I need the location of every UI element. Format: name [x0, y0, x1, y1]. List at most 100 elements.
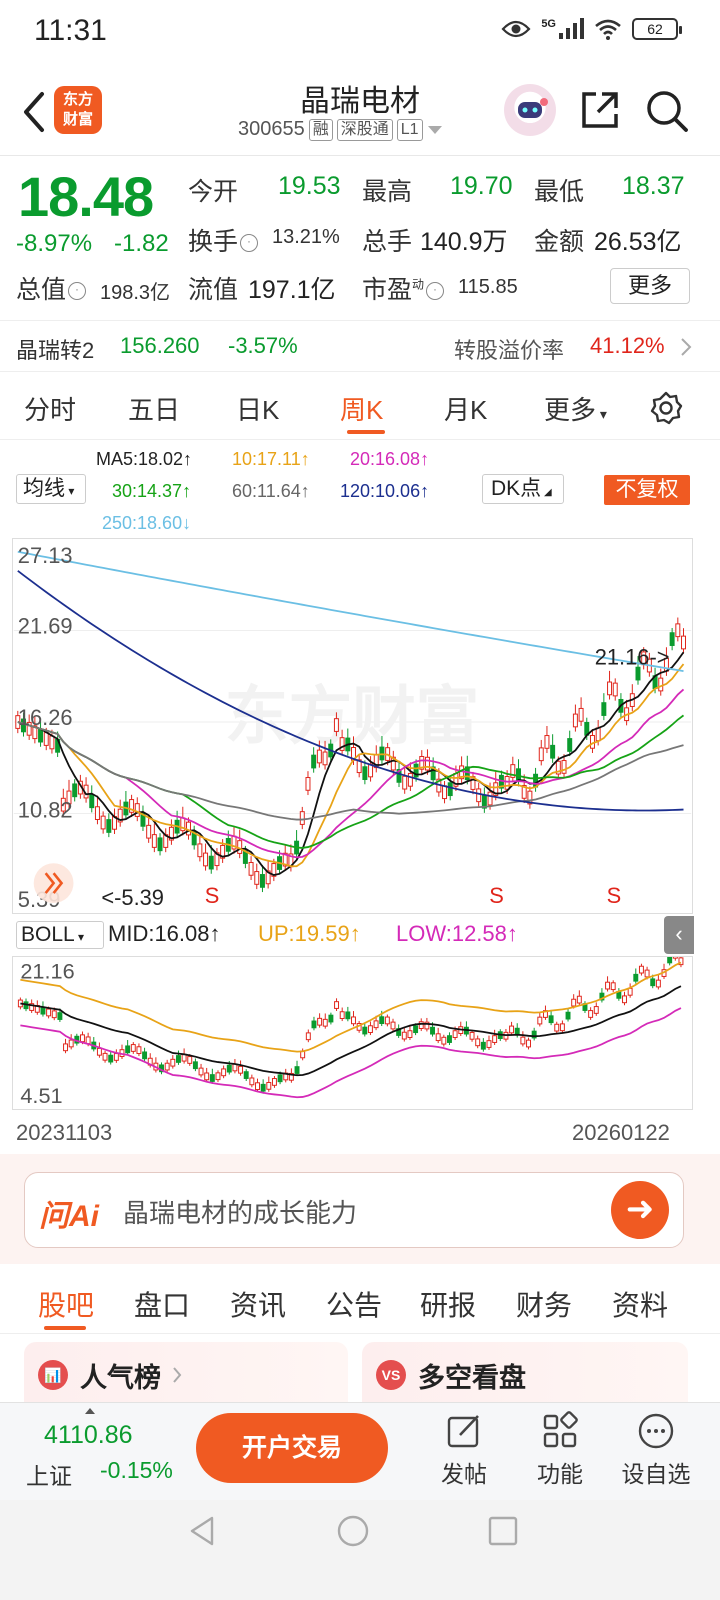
nav-home-icon[interactable] [336, 1514, 370, 1548]
boll-candle-body [441, 1036, 447, 1045]
ma60-value: 60:11.64↑ [232, 481, 310, 501]
open-label: 今开 [188, 178, 239, 206]
float-value: 197.1亿 [248, 276, 336, 304]
tab-news[interactable]: 资讯 [230, 1284, 286, 1324]
info-icon[interactable]: · [68, 282, 87, 301]
tab-intraday[interactable]: 分时 [24, 390, 76, 427]
boll-candle-body [633, 973, 639, 982]
candle-body [94, 806, 100, 820]
boll-candle-body [85, 1036, 91, 1045]
search-icon[interactable] [644, 88, 690, 134]
max-price-marker: 21.16-> [595, 644, 670, 669]
candle-body [407, 772, 413, 787]
tab-weekly-k[interactable]: 周K [340, 390, 383, 427]
info-icon[interactable]: · [240, 234, 259, 253]
bond-price: 156.260 [120, 333, 200, 358]
tab-announcements[interactable]: 公告 [326, 1284, 382, 1324]
tab-research[interactable]: 研报 [420, 1284, 476, 1324]
convertible-bond-row[interactable]: 晶瑞转2 156.260 -3.57% 转股溢价率 41.12% [0, 320, 720, 372]
mktcap-label[interactable]: 总值 · [16, 270, 88, 306]
boll-candle-body [650, 978, 656, 987]
boll-candle-body [238, 1065, 244, 1074]
adjust-mode-button[interactable]: 不复权 [604, 475, 690, 505]
open-account-trade-button[interactable]: 开户交易 [196, 1413, 388, 1483]
index-name[interactable]: 上证 [26, 1457, 72, 1491]
boll-candle-body [136, 1046, 142, 1055]
ai-submit-arrow-icon[interactable]: ➜ [611, 1181, 669, 1239]
add-watchlist-button[interactable]: 设自选 [616, 1411, 696, 1489]
candle-body [311, 754, 317, 769]
tab-five-day[interactable]: 五日 [128, 390, 180, 427]
dropdown-triangle-icon[interactable] [427, 124, 443, 136]
boll-candle-body [51, 1010, 57, 1019]
collapse-panel-tab[interactable]: ‹ [664, 916, 694, 954]
ai-prompt-text[interactable]: 晶瑞电材的成长能力 [123, 1193, 357, 1230]
boll-candle-body [209, 1074, 215, 1082]
boll-candle-body [317, 1017, 323, 1026]
change-percent: -8.97% [16, 230, 93, 257]
watermark: 东方财富 [225, 681, 480, 752]
post-button[interactable]: 发帖 [424, 1411, 504, 1489]
candle-body [504, 776, 510, 790]
dk-point-button[interactable]: DK点 ◢ [482, 474, 564, 504]
boll-candle-body [401, 1031, 407, 1040]
boll-chart[interactable]: 21.16 4.51 [12, 956, 693, 1110]
boll-candle-body [255, 1082, 260, 1091]
popularity-card[interactable]: 📊 人气榜 [24, 1342, 348, 1402]
s-mark-2: S [489, 883, 504, 908]
premium-value: 41.12% [590, 333, 665, 358]
nav-recents-icon[interactable] [486, 1514, 520, 1548]
functions-button[interactable]: 功能 [520, 1411, 600, 1489]
candle-body [248, 862, 254, 876]
boll-candle-body [379, 1016, 385, 1024]
boll-candle-body [492, 1035, 498, 1043]
boll-candle-body [537, 1016, 543, 1025]
boll-candle-body [113, 1053, 119, 1061]
tab-finance[interactable]: 财务 [516, 1284, 572, 1324]
kline-chart[interactable]: 东方财富 S S S 21.16-> <-5.39 27.13 21.69 16… [12, 538, 693, 914]
candle-body [567, 738, 573, 752]
nav-back-icon[interactable] [186, 1514, 220, 1548]
candle-body [658, 677, 664, 692]
index-change[interactable]: -0.15% [100, 1457, 173, 1484]
boll-candle-body [63, 1043, 69, 1052]
ai-question-box[interactable]: 问Ai 晶瑞电材的成长能力 ➜ [24, 1172, 684, 1248]
tab-forum[interactable]: 股吧 [38, 1284, 94, 1324]
gear-icon[interactable] [648, 390, 684, 426]
boll-candle-body [638, 965, 644, 974]
candle-body [38, 728, 44, 743]
boll-up-line [20, 961, 682, 1053]
turnover-value: 13.21% [272, 226, 340, 248]
tab-daily-k[interactable]: 日K [236, 390, 279, 427]
boll-indicator-select[interactable]: BOLL ▾ [16, 921, 104, 949]
tab-profile[interactable]: 资料 [612, 1284, 668, 1324]
boll-candle-body [622, 995, 627, 1004]
s-marks: S S S [205, 883, 621, 908]
boll-low: LOW:12.58↑ [396, 921, 518, 946]
expand-left-icon[interactable] [33, 863, 74, 904]
tag-margin: 融 [308, 118, 333, 141]
date-end: 20260122 [572, 1120, 670, 1145]
stock-code: 300655 [238, 118, 305, 140]
stock-code-row[interactable]: 300655 融 深股通 L1 [238, 118, 443, 141]
indicator-select[interactable]: 均线 ▾ [16, 474, 86, 504]
boll-candle-body [305, 1032, 311, 1041]
boll-candle-body [576, 995, 582, 1004]
boll-candle-body [672, 957, 678, 959]
more-quote-button[interactable]: 更多 [610, 268, 690, 304]
tab-more[interactable]: 更多 ▾ [544, 390, 607, 427]
info-icon[interactable]: · [426, 282, 445, 301]
card-title: 多空看盘 [418, 1363, 526, 1393]
share-icon[interactable] [578, 88, 622, 132]
tab-monthly-k[interactable]: 月K [444, 390, 487, 427]
index-value[interactable]: 4110.86 [44, 1421, 133, 1450]
tab-orderbook[interactable]: 盘口 [134, 1284, 190, 1324]
status-time: 11:31 [34, 14, 107, 47]
volume-value: 140.9万 [420, 228, 508, 256]
boll-candle-body [610, 982, 616, 991]
candles [15, 617, 686, 893]
bull-bear-card[interactable]: VS 多空看盘 [362, 1342, 688, 1402]
pe-label[interactable]: 市盈动 · [362, 270, 446, 306]
ai-assistant-icon[interactable] [504, 84, 556, 136]
turnover-label[interactable]: 换手 · [188, 222, 260, 258]
